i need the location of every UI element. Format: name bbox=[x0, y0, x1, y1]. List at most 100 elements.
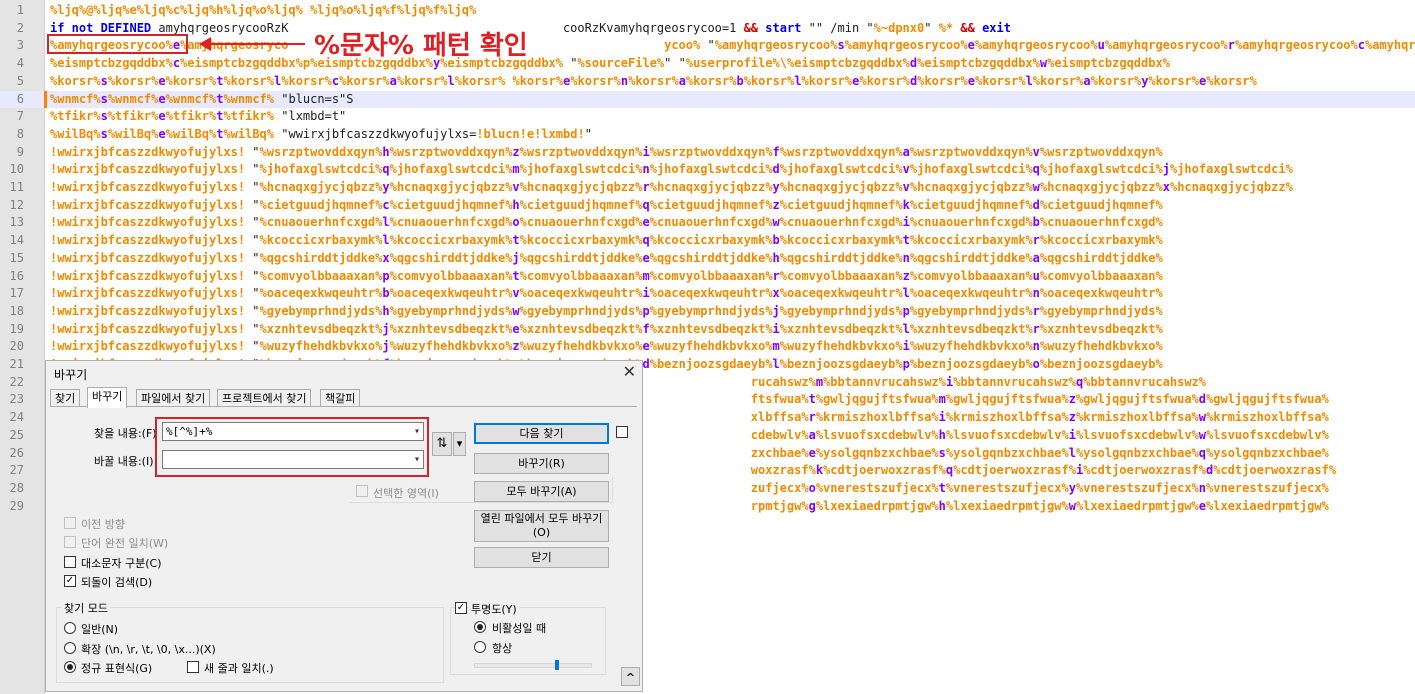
code-token: !wwirxjbfcaszzdkwyofujylxs! bbox=[50, 321, 253, 336]
code-line[interactable]: 8 %wilBq%s%wilBq%e%wilBq%t%wilBq% "wwirxj… bbox=[0, 126, 1415, 143]
code-token: r bbox=[1032, 233, 1040, 248]
code-token: %wuzyfhehdkbvkxo% bbox=[649, 339, 773, 354]
code-line[interactable]: 10 !wwirxjbfcaszzdkwyofujylxs! "%jhofaxgl… bbox=[0, 161, 1415, 178]
code-token: %wsrzptwovddxqyn% bbox=[779, 144, 903, 159]
code-token: %wuzyfhehdkbvkxo% bbox=[519, 339, 643, 354]
line-number: 14 bbox=[9, 233, 24, 248]
code-token: %krmiszhoxlbffsa% bbox=[945, 410, 1069, 425]
code-token: %* bbox=[938, 20, 961, 35]
code-line[interactable]: 6 %wnmcf%s%wnmcf%e%wnmcf%t%wnmcf% "blucn=… bbox=[0, 90, 1415, 108]
code-token: p bbox=[902, 303, 910, 318]
code-line[interactable]: 16 !wwirxjbfcaszzdkwyofujylxs! "%comvyolb… bbox=[0, 268, 1415, 285]
code-token: %kcoccicxrbaxymk% bbox=[259, 233, 383, 248]
close-icon[interactable]: ✕ bbox=[623, 362, 636, 381]
code-token: %jhofaxglswtcdci% bbox=[1039, 162, 1163, 177]
code-token: %wsrzptwovddxqyn% bbox=[389, 144, 513, 159]
code-token: t bbox=[938, 480, 946, 495]
code-token: %tfikr% bbox=[165, 109, 217, 124]
code-token: s bbox=[100, 109, 108, 124]
code-line[interactable]: 18 !wwirxjbfcaszzdkwyofujylxs! "%gyebympr… bbox=[0, 303, 1415, 320]
find-next-button[interactable]: 다음 찾기 bbox=[474, 423, 609, 444]
transparency-slider[interactable] bbox=[474, 663, 592, 668]
line-number: 6 bbox=[16, 91, 24, 106]
code-token: i bbox=[902, 339, 910, 354]
code-line[interactable]: 17 !wwirxjbfcaszzdkwyofujylxs! "%oaceqexk… bbox=[0, 285, 1415, 302]
code-token: " bbox=[563, 56, 578, 71]
code-token: %wnmcf% bbox=[107, 91, 159, 106]
code-line[interactable]: 15 !wwirxjbfcaszzdkwyofujylxs! "%qgcshird… bbox=[0, 250, 1415, 267]
code-token: q bbox=[1032, 162, 1040, 177]
tab-replace[interactable]: 바꾸기 bbox=[87, 387, 128, 408]
swap-button[interactable]: ⇅ bbox=[432, 432, 452, 456]
line-number: 10 bbox=[9, 162, 24, 177]
transparency-on-lose-focus-radio[interactable] bbox=[474, 621, 486, 633]
code-line[interactable]: 13 !wwirxjbfcaszzdkwyofujylxs! "%cnuaouer… bbox=[0, 214, 1415, 231]
code-token: %korsr% bbox=[743, 73, 795, 88]
code-token: %gyebymprhndjyds% bbox=[909, 303, 1033, 318]
code-token: %qgcshirddtjddke% bbox=[519, 250, 643, 265]
code-line[interactable]: 3 %amyhqrgeosrycoo%e%amyhqrgeosryco ycoo%… bbox=[0, 37, 1415, 54]
code-token: %korsr% bbox=[974, 73, 1026, 88]
code-token: r bbox=[1032, 303, 1040, 318]
code-token: %lsvuofsxcdebwlv% bbox=[945, 427, 1069, 442]
transparency-slider-thumb[interactable] bbox=[555, 660, 560, 670]
code-token: %kcoccicxrbaxymk% bbox=[389, 233, 513, 248]
line-number: 1 bbox=[16, 3, 24, 17]
code-token: %hcnaqxgjycjqbzz% bbox=[1169, 180, 1293, 194]
backward-checkbox[interactable] bbox=[64, 517, 76, 529]
wrap-around-checkbox[interactable]: ✓ bbox=[64, 575, 76, 587]
code-line[interactable]: 5 %korsr%s%korsr%e%korsr%t%korsr%l%korsr%… bbox=[0, 73, 1415, 90]
replace-button[interactable]: 바꾸기(R) bbox=[474, 453, 609, 474]
code-token: %qgcshirddtjddke% bbox=[649, 250, 773, 265]
transparency-checkbox[interactable]: ✓ bbox=[455, 602, 467, 614]
find-next-option-checkbox[interactable] bbox=[616, 426, 628, 438]
mode-extended-radio[interactable] bbox=[64, 642, 76, 654]
close-button[interactable]: 닫기 bbox=[474, 547, 609, 568]
tab-find-in-files[interactable]: 파일에서 찾기 bbox=[136, 389, 211, 407]
code-line[interactable]: 2 if not DEFINED amyhqrgeosrycooRzK cooRz… bbox=[0, 20, 1415, 37]
code-line[interactable]: 4 %eismptcbzgqddbx%c%eismptcbzgqddbx%p%ei… bbox=[0, 55, 1415, 72]
code-token: l bbox=[1025, 73, 1033, 88]
replace-all-open-files-button[interactable]: 열린 파일에서 모두 바꾸기 (O) bbox=[474, 510, 609, 542]
code-token: " bbox=[252, 303, 260, 318]
dot-newline-checkbox[interactable] bbox=[187, 661, 199, 673]
code-token: " bbox=[252, 162, 260, 177]
code-line[interactable]: 1 %ljq%@%ljq%e%ljq%c%ljq%h%ljq%o%ljq% %lj… bbox=[0, 2, 1415, 19]
match-case-checkbox[interactable] bbox=[64, 556, 76, 568]
code-token: "wwirxjbfcaszzdkwyofujylxs= bbox=[274, 126, 477, 141]
mode-regex-radio[interactable] bbox=[64, 661, 76, 673]
code-token: y bbox=[772, 180, 780, 194]
code-token: %oaceqexkwqeuhtr% bbox=[259, 286, 383, 301]
code-token: d bbox=[1198, 392, 1207, 407]
code-line[interactable]: 12 !wwirxjbfcaszzdkwyofujylxs! "%cietguud… bbox=[0, 197, 1415, 214]
code-line[interactable]: 11 !wwirxjbfcaszzdkwyofujylxs! "%hcnaqxgj… bbox=[0, 179, 1415, 196]
code-line[interactable]: 7 %tfikr%s%tfikr%e%tfikr%t%tfikr% "lxmbd=… bbox=[0, 108, 1415, 125]
code-line[interactable]: 9 !wwirxjbfcaszzdkwyofujylxs! "%wsrzptwov… bbox=[0, 144, 1415, 161]
tab-find-in-projects[interactable]: 프로젝트에서 찾기 bbox=[217, 389, 312, 407]
code-token: %lxexiaedrpmtjgw% bbox=[1075, 498, 1199, 513]
code-token: a bbox=[1083, 73, 1091, 88]
code-token: %comvyolbbaaaxan% bbox=[909, 268, 1033, 283]
code-token: %hcnaqxgjycjqbzz% bbox=[909, 180, 1033, 194]
code-line[interactable]: 20 !wwirxjbfcaszzdkwyofujylxs! "%wuzyfheh… bbox=[0, 338, 1415, 355]
line-number: 16 bbox=[9, 268, 24, 283]
mode-normal-radio[interactable] bbox=[64, 622, 76, 634]
code-token: l bbox=[902, 321, 910, 336]
code-token: %beznjoozsgdaeyb% bbox=[1039, 357, 1163, 371]
code-token: c bbox=[172, 56, 181, 71]
code-token: %hcnaqxgjycjqbzz% bbox=[1039, 180, 1163, 194]
code-token: b bbox=[1032, 215, 1040, 230]
tab-find[interactable]: 찾기 bbox=[50, 389, 81, 407]
tab-mark[interactable]: 책갈피 bbox=[320, 389, 361, 407]
code-token: " bbox=[252, 321, 260, 336]
replace-panel: 찾을 내용:(F) %[^%]+% ▾ 바꿀 내용:(I) ▾ ⇅ ▾ 선택한 … bbox=[50, 406, 640, 687]
code-line[interactable]: 19 !wwirxjbfcaszzdkwyofujylxs! "%xznhtevs… bbox=[0, 321, 1415, 338]
collapse-button[interactable]: ^ bbox=[621, 667, 640, 686]
replace-all-button[interactable]: 모두 바꾸기(A) bbox=[474, 481, 609, 502]
code-token: %userprofile%\%eismptcbzgqddbx% bbox=[685, 56, 910, 71]
code-line[interactable]: 14 !wwirxjbfcaszzdkwyofujylxs! "%kcoccicx… bbox=[0, 232, 1415, 249]
whole-word-checkbox[interactable] bbox=[64, 536, 76, 548]
code-token: %kcoccicxrbaxymk% bbox=[1039, 233, 1163, 248]
transparency-always-radio[interactable] bbox=[474, 641, 486, 653]
swap-menu-button[interactable]: ▾ bbox=[453, 432, 466, 456]
